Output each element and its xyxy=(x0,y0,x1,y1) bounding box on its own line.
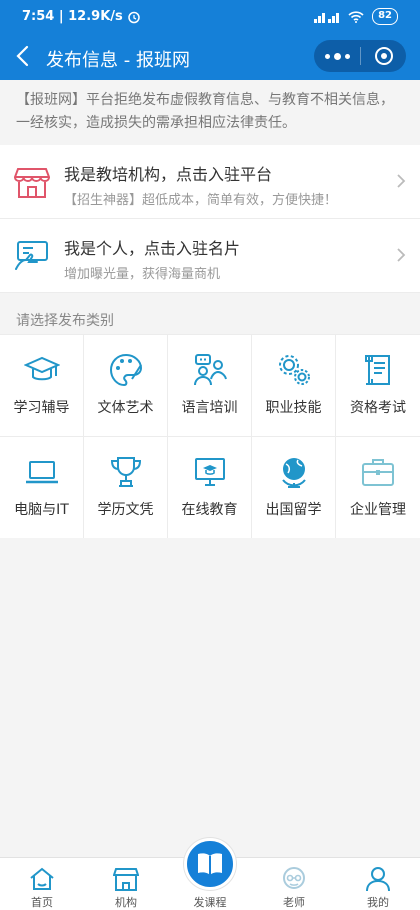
category-language-training[interactable]: 语言培训 xyxy=(168,335,252,436)
teacher-icon xyxy=(283,867,305,889)
category-label: 在线教育 xyxy=(181,502,238,518)
post-course-fab[interactable] xyxy=(184,838,236,890)
business-card-icon xyxy=(15,241,48,270)
tab-label: 老师 xyxy=(283,896,305,909)
briefcase-icon xyxy=(362,459,394,486)
category-label: 职业技能 xyxy=(265,400,322,416)
card-subtitle: 增加曝光量，获得海量商机 xyxy=(64,267,221,282)
category-study-abroad[interactable]: 出国留学 xyxy=(252,437,336,538)
category-arts-sports[interactable]: 文体艺术 xyxy=(84,335,168,436)
category-label: 学习辅导 xyxy=(13,400,70,416)
category-business-management[interactable]: 企业管理 xyxy=(336,437,420,538)
chevron-right-icon xyxy=(397,174,406,188)
target-icon xyxy=(374,47,393,65)
palette-icon xyxy=(109,353,142,387)
globe-icon xyxy=(281,458,306,488)
card-subtitle: 【招生神器】超低成本，简单有效，方便快捷！ xyxy=(64,193,338,208)
category-computer-it[interactable]: 电脑与IT xyxy=(0,437,84,538)
graduation-cap-icon xyxy=(23,356,60,381)
category-label: 企业管理 xyxy=(350,502,406,518)
more-button[interactable] xyxy=(314,40,360,72)
category-label: 出国留学 xyxy=(265,502,322,518)
back-arrow-icon[interactable] xyxy=(12,44,34,68)
join-personal-card[interactable]: 我是个人，点击入驻名片 增加曝光量，获得海量商机 xyxy=(0,219,420,293)
miniapp-capsule xyxy=(314,40,406,72)
category-label: 学历文凭 xyxy=(97,502,154,518)
more-dot-icon xyxy=(324,53,330,59)
more-dot-icon xyxy=(333,52,341,60)
battery-indicator: 82 xyxy=(372,8,398,25)
tab-label: 机构 xyxy=(115,896,137,909)
nav-bar: 发布信息 - 报班网 xyxy=(0,34,420,80)
category-qualification-exam[interactable]: 资格考试 xyxy=(336,335,420,436)
scroll-icon xyxy=(365,355,390,385)
book-icon xyxy=(198,853,222,875)
category-online-education[interactable]: 在线教育 xyxy=(168,437,252,538)
tab-me[interactable]: 我的 xyxy=(336,858,420,910)
category-academic-diploma[interactable]: 学历文凭 xyxy=(84,437,168,538)
join-card-list: 我是教培机构，点击入驻平台 【招生神器】超低成本，简单有效，方便快捷！ 我是个人… xyxy=(0,145,420,293)
user-icon xyxy=(366,867,390,892)
card-title: 我是教培机构，点击入驻平台 xyxy=(64,165,273,184)
alarm-icon xyxy=(128,11,140,23)
laptop-icon xyxy=(25,461,58,484)
status-bar: 7:54 | 12.9K/s 82 xyxy=(0,0,420,34)
shop-icon xyxy=(113,868,139,891)
tab-teachers[interactable]: 老师 xyxy=(252,858,336,910)
category-study-tutoring[interactable]: 学习辅导 xyxy=(0,335,84,436)
monitor-cap-icon xyxy=(194,458,225,486)
gears-icon xyxy=(278,355,310,385)
people-chat-icon xyxy=(193,354,227,386)
signal-icon xyxy=(314,12,340,23)
tab-institutions[interactable]: 机构 xyxy=(84,858,168,910)
disclaimer-notice: 【报班网】平台拒绝发布虚假教育信息、与教育不相关信息，一经核实，造成损失的需承担… xyxy=(0,80,420,144)
category-vocational-skills[interactable]: 职业技能 xyxy=(252,335,336,436)
category-label: 电脑与IT xyxy=(14,502,69,518)
status-left: 7:54 | 12.9K/s xyxy=(22,9,141,24)
status-time-speed: 7:54 | 12.9K/s xyxy=(22,9,123,24)
card-title: 我是个人，点击入驻名片 xyxy=(64,239,241,258)
home-icon xyxy=(30,867,54,890)
more-dot-icon xyxy=(344,53,350,59)
storefront-icon xyxy=(14,168,50,198)
category-label: 文体艺术 xyxy=(97,400,154,416)
category-label: 语言培训 xyxy=(181,400,238,416)
section-title: 请选择发布类别 xyxy=(16,313,114,329)
tab-home[interactable]: 首页 xyxy=(0,858,84,910)
category-label: 资格考试 xyxy=(350,400,406,416)
status-right: 82 xyxy=(314,8,398,25)
join-institution-card[interactable]: 我是教培机构，点击入驻平台 【招生神器】超低成本，简单有效，方便快捷！ xyxy=(0,145,420,219)
page-title: 发布信息 - 报班网 xyxy=(46,50,190,71)
trophy-icon xyxy=(110,457,141,487)
tab-label: 首页 xyxy=(31,896,53,909)
chevron-right-icon xyxy=(397,248,406,262)
wifi-icon xyxy=(348,10,364,23)
tab-label: 我的 xyxy=(367,896,389,909)
tab-label: 发课程 xyxy=(193,896,227,909)
category-grid: 学习辅导 文体艺术 语言培训 职业技能 资格考试 电脑与IT 学历文凭 在线教育… xyxy=(0,334,420,538)
close-miniapp-button[interactable] xyxy=(361,40,406,72)
